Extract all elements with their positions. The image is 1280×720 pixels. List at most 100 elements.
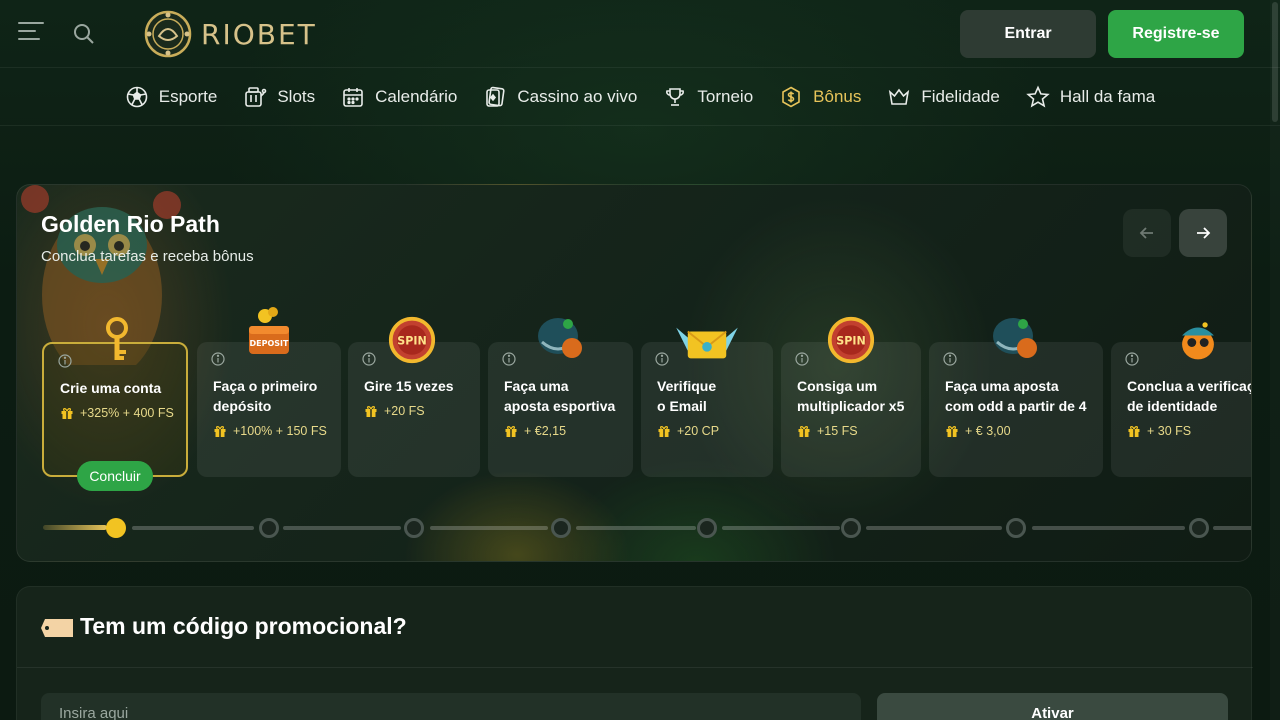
progress-node (404, 518, 424, 538)
nav-item-cassino-ao-vivo[interactable]: Cassino ao vivo (483, 85, 637, 109)
task-reward: +20 CP (657, 424, 719, 438)
task-title: Faça uma aposta esportiva (504, 378, 616, 414)
activate-button[interactable]: Ativar (877, 693, 1228, 720)
nav-item-slots[interactable]: Slots (243, 85, 315, 109)
task-reward: + € 3,00 (945, 424, 1011, 438)
promo-code-panel: Tem um código promocional? Ativar (16, 586, 1253, 720)
progress-node (551, 518, 571, 538)
task-card-sports-bet[interactable]: Faça uma aposta esportiva + €2,15 (488, 318, 633, 477)
info-icon[interactable] (211, 352, 225, 366)
nav-item-bonus[interactable]: Bônus (779, 85, 861, 109)
search-icon[interactable] (72, 22, 96, 46)
info-icon[interactable] (655, 352, 669, 366)
nav-label: Fidelidade (921, 86, 1000, 106)
main-nav: Esporte Slots Calendário Cassino ao vivo… (0, 68, 1280, 126)
nav-item-esporte[interactable]: Esporte (125, 85, 218, 109)
gift-icon (505, 426, 517, 437)
promo-title: Tem um código promocional? (80, 613, 407, 639)
progress-node (1189, 518, 1209, 538)
progress-node-completed (106, 518, 126, 538)
progress-track (576, 526, 696, 530)
reward-text: +15 FS (817, 424, 858, 438)
info-icon[interactable] (943, 352, 957, 366)
gift-icon (1128, 426, 1140, 437)
riobet-logo-icon (144, 10, 192, 58)
reward-text: + €2,15 (524, 424, 567, 438)
task-card-odd-bet[interactable]: Faça uma aposta com odd a partir de 4 + … (929, 318, 1103, 477)
key-icon (106, 317, 128, 360)
info-icon[interactable] (362, 352, 376, 366)
helmet-ball-icon (538, 318, 582, 358)
task-card-create-account[interactable]: Crie uma conta +325% + 400 FS (42, 317, 188, 477)
nav-label: Bônus (813, 86, 862, 106)
carousel-next-button[interactable] (1179, 209, 1227, 257)
cards-icon (486, 86, 505, 107)
crown-icon (889, 88, 910, 105)
progress-track (1213, 526, 1251, 530)
task-card-multiplier-x5[interactable]: SPIN Consiga um multiplicador x5 +15 FS (781, 316, 921, 477)
golden-rio-path-panel: Golden Rio Path Conclua tarefas e receba… (16, 184, 1252, 562)
task-card-verify-email[interactable]: Verifique o Email +20 CP (641, 327, 773, 477)
hamburger-menu-icon[interactable] (18, 22, 46, 46)
task-card-spin-15[interactable]: SPIN Gire 15 vezes +20 FS (348, 316, 480, 477)
progress-track (132, 526, 254, 530)
spin-badge-icon: SPIN (388, 316, 436, 364)
task-reward: +15 FS (797, 424, 858, 438)
nav-label: Hall da fama (1059, 86, 1156, 106)
task-title: Verifique o Email (657, 378, 717, 414)
progress-node (697, 518, 717, 538)
progress-track (722, 526, 840, 530)
task-title: Crie uma conta (60, 380, 162, 396)
soccer-ball-icon (126, 86, 148, 107)
task-title: Consiga um multiplicador x5 (797, 378, 905, 414)
progress-track (866, 526, 1002, 530)
progress-node (841, 518, 861, 538)
path-title: Golden Rio Path (41, 211, 220, 237)
login-button[interactable]: Entrar (960, 10, 1096, 58)
progress-track (1032, 526, 1185, 530)
brand-logo[interactable]: RIOBET (143, 10, 317, 58)
progress-track (430, 526, 548, 530)
info-icon[interactable] (502, 352, 516, 366)
register-button[interactable]: Registre-se (1108, 10, 1244, 58)
gift-icon (658, 426, 670, 437)
task-title: Faça o primeiro depósito (213, 378, 318, 414)
nav-label: Slots (277, 86, 316, 106)
promo-code-input[interactable] (41, 693, 861, 720)
nav-item-fidelidade[interactable]: Fidelidade (887, 85, 1000, 109)
nav-item-torneio[interactable]: Torneio (663, 85, 753, 109)
info-icon[interactable] (58, 354, 72, 368)
nav-item-hall-da-fama[interactable]: Hall da fama (1026, 85, 1155, 109)
nav-label: Cassino ao vivo (517, 86, 638, 106)
reward-text: +100% + 150 FS (233, 424, 327, 438)
info-icon[interactable] (1125, 352, 1139, 366)
task-reward: + 30 FS (1127, 424, 1191, 438)
task-title: Gire 15 vezes (364, 378, 454, 394)
task-card-first-deposit[interactable]: DEPOSIT Faça o primeiro depósito +100% +… (197, 307, 341, 477)
carousel-prev-button[interactable] (1123, 209, 1171, 257)
complete-task-button[interactable]: Concluir (77, 461, 153, 491)
orange-bird-icon (1182, 322, 1214, 360)
nav-item-calendario[interactable]: Calendário (341, 85, 457, 109)
ticket-tag-icon (41, 619, 73, 637)
deposit-chest-icon: DEPOSIT (249, 307, 290, 354)
task-reward: +325% + 400 FS (60, 406, 174, 420)
progress-track (283, 526, 401, 530)
deposit-label: DEPOSIT (250, 339, 290, 348)
winged-envelope-icon (676, 327, 738, 359)
info-icon[interactable] (795, 352, 809, 366)
reward-text: +325% + 400 FS (80, 406, 174, 420)
trophy-icon (666, 87, 685, 106)
task-reward: +100% + 150 FS (213, 424, 327, 438)
task-title: Faça uma aposta com odd a partir de 4 (945, 378, 1087, 414)
gift-icon (214, 426, 226, 437)
reward-text: + 30 FS (1147, 424, 1192, 438)
arrow-right-icon (1197, 227, 1211, 239)
task-reward: +20 FS (364, 404, 425, 418)
nav-label: Torneio (697, 86, 754, 106)
gift-icon (61, 408, 73, 419)
nav-label: Esporte (158, 86, 218, 106)
star-icon (1026, 85, 1050, 107)
reward-text: +20 FS (384, 404, 425, 418)
progress-node (1006, 518, 1026, 538)
